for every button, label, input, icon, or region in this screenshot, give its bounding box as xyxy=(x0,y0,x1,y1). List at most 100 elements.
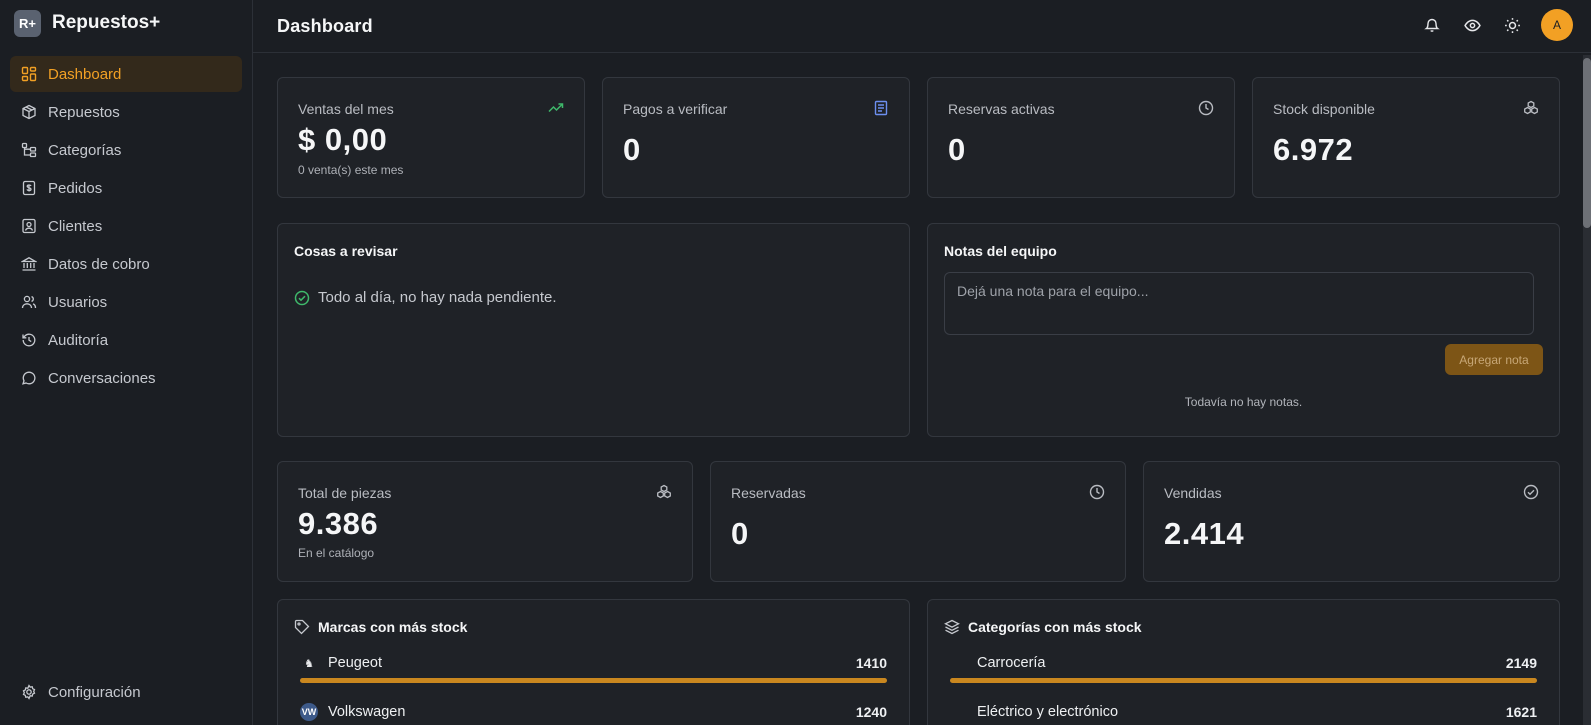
scrollbar-thumb[interactable] xyxy=(1583,58,1591,228)
stat-label: Stock disponible xyxy=(1273,101,1375,117)
categories-stock-title: Categorías con más stock xyxy=(944,619,1142,635)
notes-panel: Notas del equipo Agregar nota Todavía no… xyxy=(927,223,1560,437)
sidebar-item-datos-de-cobro[interactable]: Datos de cobro xyxy=(10,246,242,282)
sidebar-item-clientes[interactable]: Clientes xyxy=(10,208,242,244)
sidebar-item-label: Pedidos xyxy=(48,179,103,197)
sidebar-footer: Configuración xyxy=(10,674,242,712)
add-note-button[interactable]: Agregar nota xyxy=(1445,344,1543,375)
stat-card-reservadas: Reservadas 0 xyxy=(710,461,1126,582)
list-item[interactable]: VW Volkswagen 1240 xyxy=(300,701,887,723)
list-item[interactable]: Eléctrico y electrónico 1621 xyxy=(977,701,1537,723)
sidebar-nav: Dashboard Repuestos Categorías Pedidos C… xyxy=(0,56,252,396)
sidebar-item-label: Configuración xyxy=(48,683,141,701)
sidebar-item-conversaciones[interactable]: Conversaciones xyxy=(10,360,242,396)
category-tree-icon xyxy=(21,142,37,158)
review-status: Todo al día, no hay nada pendiente. xyxy=(294,289,557,306)
brand-name: Repuestos+ xyxy=(52,12,161,33)
sidebar-item-label: Repuestos xyxy=(48,103,120,121)
page-title: Dashboard xyxy=(277,15,373,36)
stat-card-reservas: Reservas activas 0 xyxy=(927,77,1235,198)
notes-empty-text: Todavía no hay notas. xyxy=(1184,395,1303,409)
chat-bubble-icon xyxy=(21,370,37,386)
dashboard-grid-icon xyxy=(21,66,37,82)
stat-value: 0 xyxy=(948,132,966,167)
review-panel: Cosas a revisar Todo al día, no hay nada… xyxy=(277,223,910,437)
sidebar-item-label: Auditoría xyxy=(48,331,109,349)
stat-card-pagos: Pagos a verificar 0 xyxy=(602,77,910,198)
sidebar-item-configuracion[interactable]: Configuración xyxy=(10,674,242,710)
stat-label: Pagos a verificar xyxy=(623,101,728,117)
gear-icon xyxy=(21,684,37,700)
volkswagen-logo-icon: VW xyxy=(300,703,318,721)
boxes-icon xyxy=(1523,100,1539,116)
brand-logo: R+ xyxy=(14,9,41,37)
list-item[interactable]: ♞ Peugeot 1410 xyxy=(300,652,887,674)
stat-label: Ventas del mes xyxy=(298,101,394,117)
stat-value: $ 0,00 xyxy=(298,122,388,157)
list-item-value: 1240 xyxy=(855,704,887,720)
topbar-actions: A xyxy=(1402,9,1573,41)
contact-card-icon xyxy=(21,218,37,234)
list-item-value: 2149 xyxy=(1505,655,1537,671)
brand[interactable]: R+ Repuestos+ xyxy=(0,0,252,46)
categories-stock-title-text: Categorías con más stock xyxy=(968,619,1142,635)
main-area: Dashboard A Ventas del mes $ 0,00 0 vent… xyxy=(253,0,1591,725)
avatar[interactable]: A xyxy=(1541,9,1573,41)
note-input[interactable] xyxy=(944,272,1534,335)
stat-value: 6.972 xyxy=(1273,132,1354,167)
stat-card-vendidas: Vendidas 2.414 xyxy=(1143,461,1560,582)
sidebar-item-usuarios[interactable]: Usuarios xyxy=(10,284,242,320)
users-icon xyxy=(21,294,37,310)
stat-card-ventas: Ventas del mes $ 0,00 0 venta(s) este me… xyxy=(277,77,585,198)
app-root: R+ Repuestos+ Dashboard Repuestos Catego… xyxy=(0,0,1591,725)
sidebar: R+ Repuestos+ Dashboard Repuestos Catego… xyxy=(0,0,253,725)
sidebar-item-label: Clientes xyxy=(48,217,103,235)
stat-label: Total de piezas xyxy=(298,485,392,501)
brands-stock-title-text: Marcas con más stock xyxy=(318,619,468,635)
bell-icon[interactable] xyxy=(1422,15,1442,35)
peugeot-lion-icon: ♞ xyxy=(304,657,314,670)
stock-bar xyxy=(950,678,1537,683)
tag-icon xyxy=(294,619,310,635)
sidebar-item-dashboard[interactable]: Dashboard xyxy=(10,56,242,92)
stat-sub: 0 venta(s) este mes xyxy=(298,163,404,177)
list-item-name: Eléctrico y electrónico xyxy=(977,704,1119,720)
clock-icon xyxy=(1198,100,1214,116)
stock-bar xyxy=(300,678,887,683)
topbar: Dashboard A xyxy=(253,0,1591,53)
box-icon xyxy=(21,104,37,120)
stat-value: 2.414 xyxy=(1164,516,1245,551)
list-item-value: 1410 xyxy=(855,655,887,671)
sidebar-item-label: Usuarios xyxy=(48,293,108,311)
stat-value: 0 xyxy=(623,132,641,167)
boxes-icon xyxy=(656,484,672,500)
sidebar-item-categorias[interactable]: Categorías xyxy=(10,132,242,168)
stock-bar-fill xyxy=(300,678,887,683)
list-item-name: Volkswagen xyxy=(328,704,406,720)
layers-icon xyxy=(944,619,960,635)
stat-label: Reservas activas xyxy=(948,101,1055,117)
stat-label: Reservadas xyxy=(731,485,806,501)
trending-up-icon xyxy=(548,100,564,116)
eye-icon[interactable] xyxy=(1462,15,1482,35)
review-title: Cosas a revisar xyxy=(294,243,398,259)
sidebar-item-pedidos[interactable]: Pedidos xyxy=(10,170,242,206)
sidebar-item-auditoria[interactable]: Auditoría xyxy=(10,322,242,358)
receipt-icon xyxy=(21,180,37,196)
sidebar-item-repuestos[interactable]: Repuestos xyxy=(10,94,242,130)
bank-icon xyxy=(21,256,37,272)
list-item-value: 1621 xyxy=(1505,704,1537,720)
review-message: Todo al día, no hay nada pendiente. xyxy=(318,289,557,306)
sidebar-item-label: Categorías xyxy=(48,141,122,159)
check-circle-icon xyxy=(1523,484,1539,500)
sidebar-item-label: Datos de cobro xyxy=(48,255,150,273)
clock-icon xyxy=(1089,484,1105,500)
sidebar-item-label: Dashboard xyxy=(48,65,122,83)
sun-icon[interactable] xyxy=(1502,15,1522,35)
stat-sub: En el catálogo xyxy=(298,546,375,560)
stat-label: Vendidas xyxy=(1164,485,1222,501)
brands-stock-panel: Marcas con más stock ♞ Peugeot 1410 VW Vol… xyxy=(277,599,910,725)
document-icon xyxy=(873,100,889,116)
list-item[interactable]: Carrocería 2149 xyxy=(977,652,1537,674)
categories-stock-panel: Categorías con más stock Carrocería 2149… xyxy=(927,599,1560,725)
